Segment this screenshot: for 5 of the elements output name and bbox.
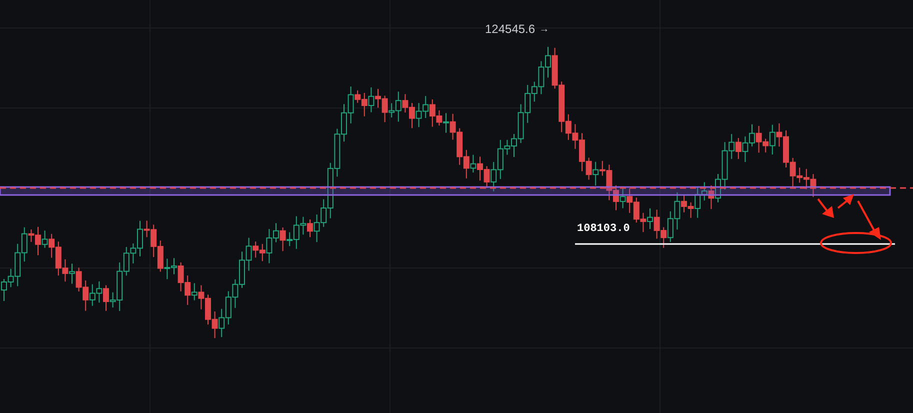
high-price-label: 124545.6 (485, 21, 536, 38)
arrows-drawing (817, 194, 881, 240)
ellipse-annotation (820, 232, 892, 254)
arrow-icon: → (539, 22, 550, 36)
price-level-label: 108103.0 (577, 222, 630, 237)
